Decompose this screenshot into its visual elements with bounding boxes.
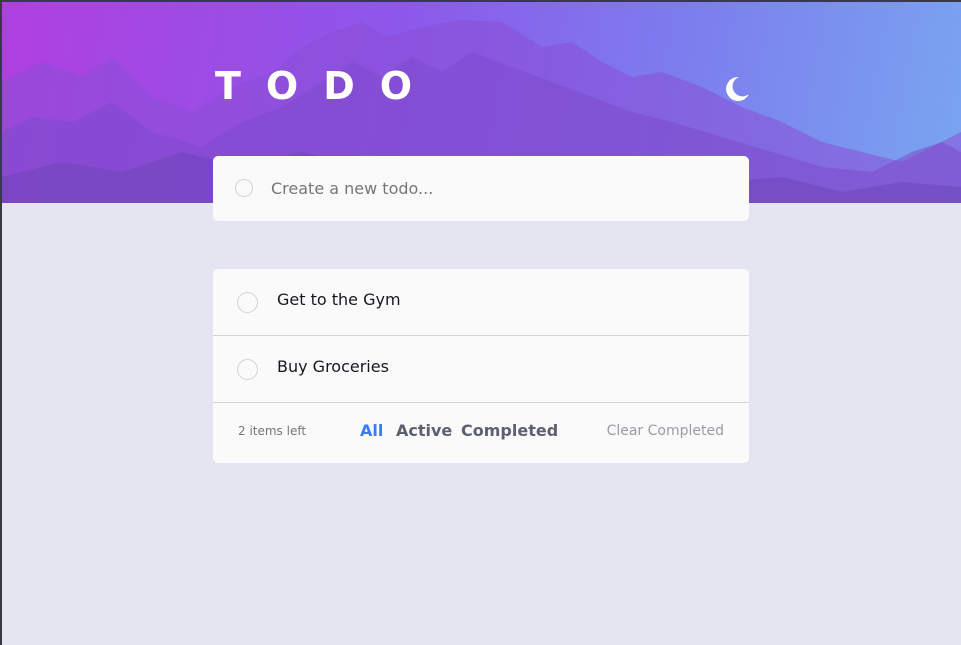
todo-list: Get to the Gym Buy Groceries 2 items lef… xyxy=(213,269,749,463)
new-todo-form xyxy=(213,156,749,221)
theme-toggle-button[interactable] xyxy=(722,74,752,104)
new-todo-checkbox[interactable] xyxy=(235,179,253,197)
todo-text: Buy Groceries xyxy=(277,357,389,376)
todo-checkbox[interactable] xyxy=(237,292,258,313)
todo-checkbox[interactable] xyxy=(237,359,258,380)
items-left-count: 2 items left xyxy=(238,424,307,438)
list-item: Buy Groceries xyxy=(213,336,749,403)
todo-text: Get to the Gym xyxy=(277,290,401,309)
list-footer: 2 items left All Active Completed Clear … xyxy=(213,403,749,463)
clear-completed-button[interactable]: Clear Completed xyxy=(607,423,724,439)
moon-icon xyxy=(726,76,749,101)
filter-all-button[interactable]: All xyxy=(360,421,383,440)
filter-active-button[interactable]: Active xyxy=(396,421,452,440)
app-window: TODO Get to the Gym Buy Groceries 2 item… xyxy=(0,0,961,645)
filter-completed-button[interactable]: Completed xyxy=(461,421,558,440)
app-title: TODO xyxy=(215,64,438,108)
new-todo-input[interactable] xyxy=(271,173,721,203)
list-item: Get to the Gym xyxy=(213,269,749,336)
